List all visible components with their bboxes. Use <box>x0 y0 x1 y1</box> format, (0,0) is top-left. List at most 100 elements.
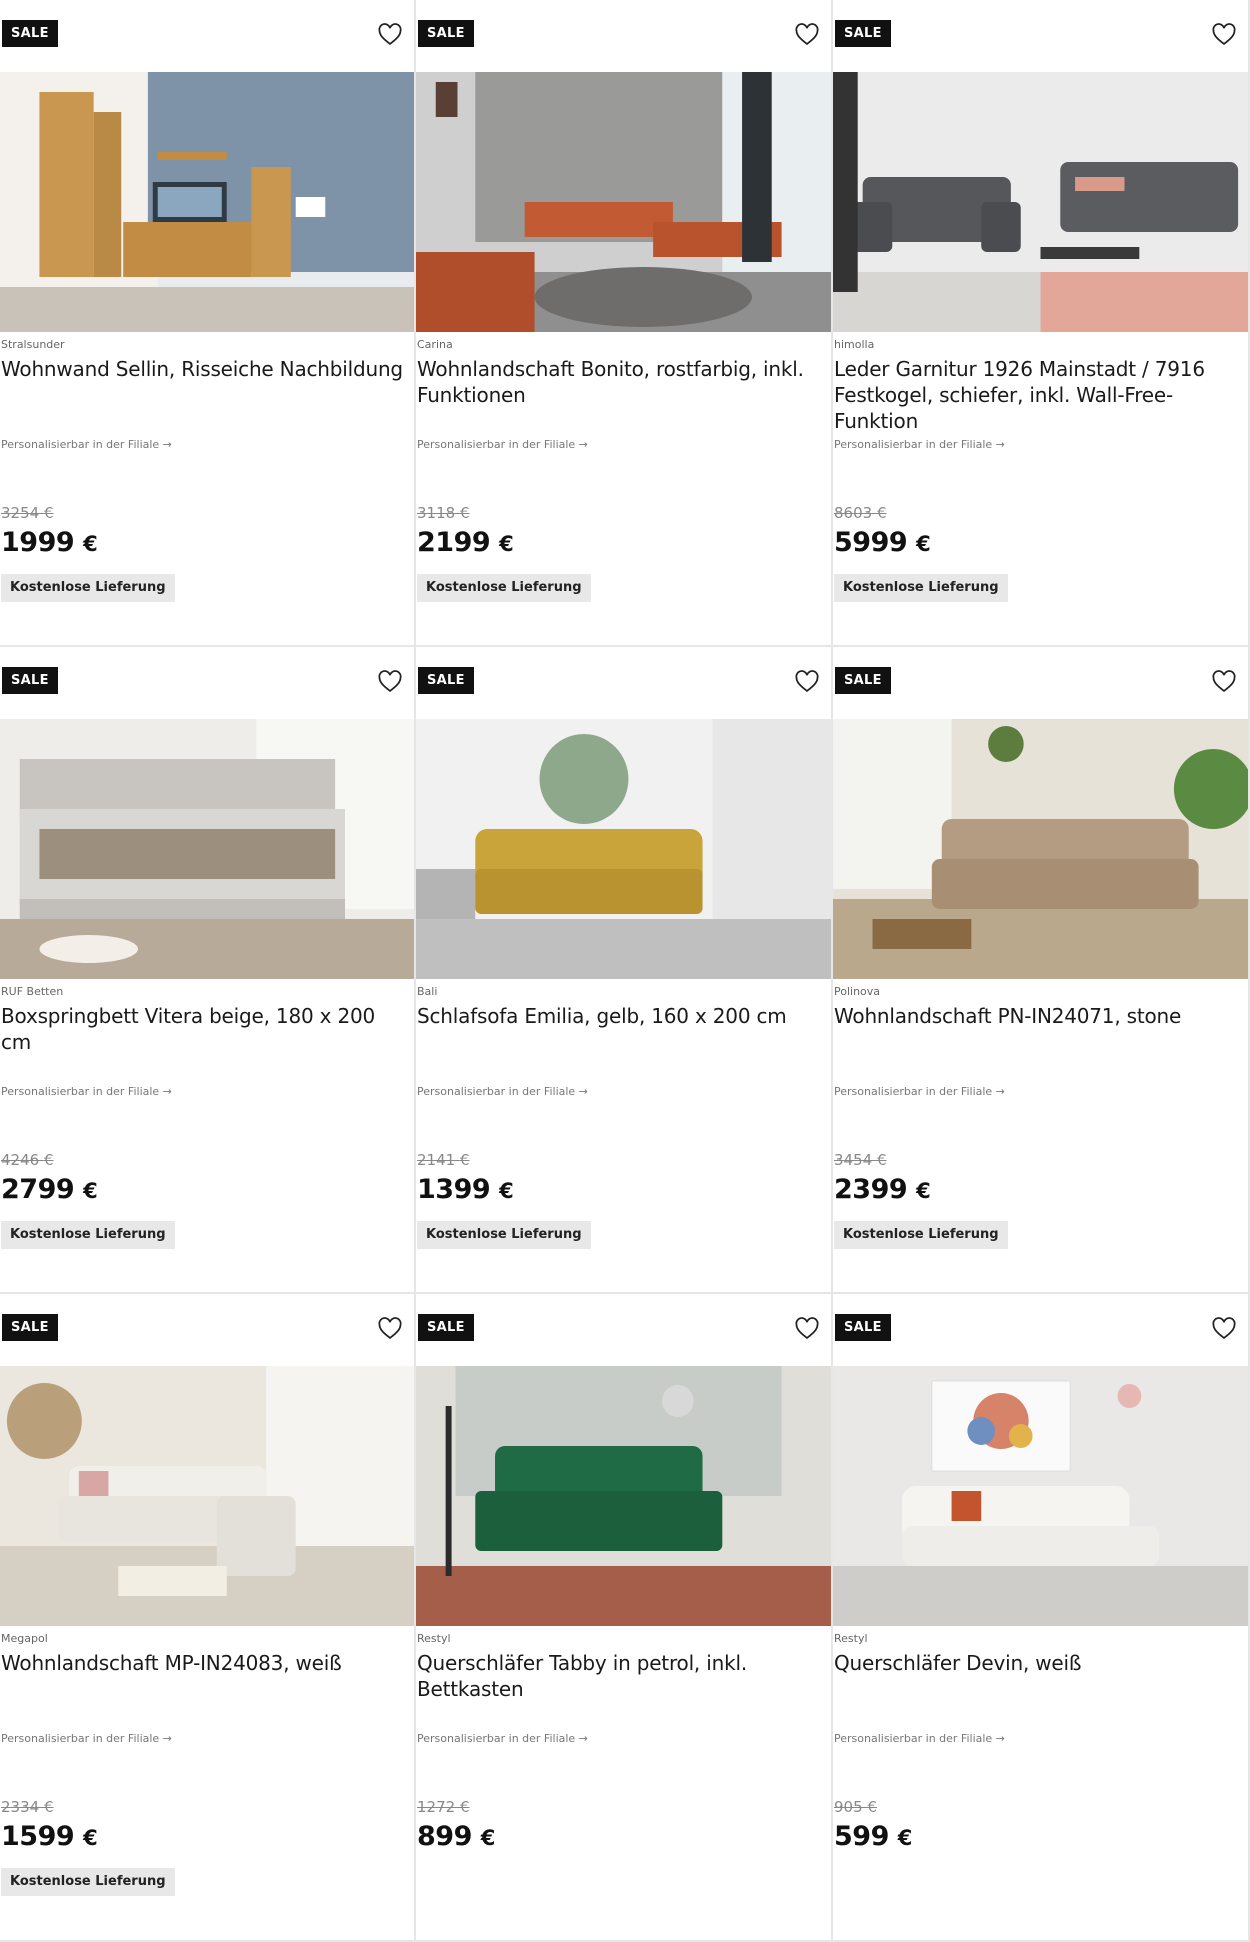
current-price: 899 € <box>417 1821 495 1852</box>
product-image[interactable] <box>0 719 414 979</box>
product-image[interactable] <box>416 719 831 979</box>
personalize-link[interactable]: Personalisierbar in der Filiale → <box>1 1085 172 1098</box>
free-delivery-badge: Kostenlose Lieferung <box>1 574 175 602</box>
old-price: 2141 € <box>417 1151 470 1169</box>
current-price: 5999 € <box>834 527 931 558</box>
product-image[interactable] <box>416 1366 831 1626</box>
sale-badge: SALE <box>418 20 474 47</box>
personalize-link[interactable]: Personalisierbar in der Filiale → <box>834 1732 1005 1745</box>
product-card[interactable]: SALE Stralsunder Wohnwand Sellin, Rissei… <box>0 0 416 647</box>
old-price: 8603 € <box>834 504 887 522</box>
price-value: 599 <box>834 1821 889 1852</box>
old-price: 3254 € <box>1 504 54 522</box>
currency-symbol: € <box>499 1179 514 1203</box>
wishlist-heart-icon[interactable] <box>376 20 404 48</box>
old-price: 3118 € <box>417 504 470 522</box>
currency-symbol: € <box>480 1826 496 1850</box>
sale-badge: SALE <box>2 667 58 694</box>
product-title[interactable]: Querschläfer Tabby in petrol, inkl. Bett… <box>417 1650 827 1702</box>
product-image[interactable] <box>833 719 1248 979</box>
old-price: 1272 € <box>417 1798 470 1816</box>
wishlist-heart-icon[interactable] <box>1210 667 1238 695</box>
product-title[interactable]: Wohnlandschaft PN-IN24071, stone <box>834 1003 1244 1029</box>
old-price: 3454 € <box>834 1151 887 1169</box>
wishlist-heart-icon[interactable] <box>793 667 821 695</box>
price-value: 2799 <box>1 1174 75 1205</box>
sale-badge: SALE <box>835 1314 891 1341</box>
product-image[interactable] <box>833 1366 1248 1626</box>
product-card[interactable]: SALE Carina Wohnlandschaft Bonito, rostf… <box>416 0 833 647</box>
wishlist-heart-icon[interactable] <box>376 1314 404 1342</box>
product-image[interactable] <box>0 1366 414 1626</box>
product-title[interactable]: Boxspringbett Vitera beige, 180 x 200 cm <box>1 1003 410 1055</box>
wishlist-heart-icon[interactable] <box>793 20 821 48</box>
product-brand: Restyl <box>417 1632 451 1645</box>
product-card[interactable]: SALE RUF Betten Boxspringbett Vitera bei… <box>0 647 416 1294</box>
product-brand: himolla <box>834 338 875 351</box>
product-brand: Carina <box>417 338 453 351</box>
free-delivery-badge: Kostenlose Lieferung <box>417 574 591 602</box>
sale-badge: SALE <box>835 20 891 47</box>
product-card[interactable]: SALE himolla Leder Garnitur 1926 Mainsta… <box>833 0 1250 647</box>
product-brand: RUF Betten <box>1 985 64 998</box>
currency-symbol: € <box>916 1179 931 1203</box>
price-value: 5999 <box>834 527 908 558</box>
product-image[interactable] <box>416 72 831 332</box>
currency-symbol: € <box>499 532 514 556</box>
price-value: 2399 <box>834 1174 908 1205</box>
product-card[interactable]: SALE Restyl Querschläfer Devin, weiß Per… <box>833 1294 1250 1942</box>
free-delivery-badge: Kostenlose Lieferung <box>834 574 1008 602</box>
product-brand: Megapol <box>1 1632 48 1645</box>
wishlist-heart-icon[interactable] <box>376 667 404 695</box>
currency-symbol: € <box>83 532 98 556</box>
personalize-link[interactable]: Personalisierbar in der Filiale → <box>417 1732 588 1745</box>
price-value: 1999 <box>1 527 75 558</box>
product-brand: Stralsunder <box>1 338 65 351</box>
sale-badge: SALE <box>418 1314 474 1341</box>
product-title[interactable]: Wohnwand Sellin, Risseiche Nachbildung <box>1 356 410 382</box>
product-title[interactable]: Leder Garnitur 1926 Mainstadt / 7916 Fes… <box>834 356 1244 434</box>
old-price: 4246 € <box>1 1151 54 1169</box>
product-title[interactable]: Wohnlandschaft MP-IN24083, weiß <box>1 1650 410 1676</box>
price-value: 1399 <box>417 1174 491 1205</box>
current-price: 599 € <box>834 1821 912 1852</box>
free-delivery-badge: Kostenlose Lieferung <box>1 1221 175 1249</box>
current-price: 2199 € <box>417 527 514 558</box>
personalize-link[interactable]: Personalisierbar in der Filiale → <box>834 1085 1005 1098</box>
product-title[interactable]: Querschläfer Devin, weiß <box>834 1650 1244 1676</box>
free-delivery-badge: Kostenlose Lieferung <box>1 1868 175 1896</box>
sale-badge: SALE <box>835 667 891 694</box>
personalize-link[interactable]: Personalisierbar in der Filiale → <box>417 1085 588 1098</box>
personalize-link[interactable]: Personalisierbar in der Filiale → <box>834 438 1005 451</box>
old-price: 905 € <box>834 1798 877 1816</box>
product-card[interactable]: SALE Megapol Wohnlandschaft MP-IN24083, … <box>0 1294 416 1942</box>
product-brand: Bali <box>417 985 438 998</box>
currency-symbol: € <box>83 1179 98 1203</box>
sale-badge: SALE <box>2 20 58 47</box>
personalize-link[interactable]: Personalisierbar in der Filiale → <box>1 1732 172 1745</box>
price-value: 1599 <box>1 1821 75 1852</box>
current-price: 2399 € <box>834 1174 931 1205</box>
currency-symbol: € <box>916 532 931 556</box>
product-card[interactable]: SALE Restyl Querschläfer Tabby in petrol… <box>416 1294 833 1942</box>
product-card[interactable]: SALE Bali Schlafsofa Emilia, gelb, 160 x… <box>416 647 833 1294</box>
free-delivery-badge: Kostenlose Lieferung <box>834 1221 1008 1249</box>
product-grid: SALE Stralsunder Wohnwand Sellin, Rissei… <box>0 0 1250 1942</box>
wishlist-heart-icon[interactable] <box>1210 20 1238 48</box>
product-image[interactable] <box>0 72 414 332</box>
current-price: 1399 € <box>417 1174 514 1205</box>
product-card[interactable]: SALE Polinova Wohnlandschaft PN-IN24071,… <box>833 647 1250 1294</box>
sale-badge: SALE <box>2 1314 58 1341</box>
price-value: 2199 <box>417 527 491 558</box>
currency-symbol: € <box>897 1826 913 1850</box>
wishlist-heart-icon[interactable] <box>793 1314 821 1342</box>
price-value: 899 <box>417 1821 472 1852</box>
product-title[interactable]: Wohnlandschaft Bonito, rostfarbig, inkl.… <box>417 356 827 408</box>
free-delivery-badge: Kostenlose Lieferung <box>417 1221 591 1249</box>
wishlist-heart-icon[interactable] <box>1210 1314 1238 1342</box>
product-brand: Polinova <box>834 985 881 998</box>
product-image[interactable] <box>833 72 1248 332</box>
personalize-link[interactable]: Personalisierbar in der Filiale → <box>417 438 588 451</box>
product-title[interactable]: Schlafsofa Emilia, gelb, 160 x 200 cm <box>417 1003 827 1029</box>
personalize-link[interactable]: Personalisierbar in der Filiale → <box>1 438 172 451</box>
